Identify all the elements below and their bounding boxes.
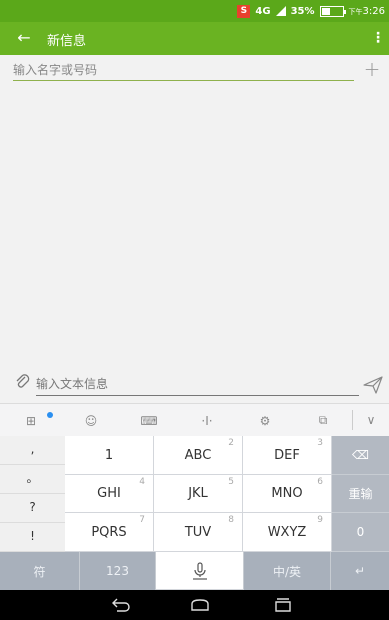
key-number: 7 [139, 515, 145, 525]
clock: 下午3:26 [349, 6, 385, 17]
key-wxyz[interactable]: WXYZ 9 [243, 513, 332, 552]
settings-glyph: ⚙ [259, 413, 271, 428]
language-key[interactable]: 中/英 [244, 552, 331, 590]
send-icon[interactable] [362, 374, 384, 396]
key-def[interactable]: DEF 3 [243, 436, 332, 475]
more-menu-icon[interactable]: ⋮ [371, 26, 385, 50]
key-number: 5 [228, 477, 234, 487]
backspace-key[interactable]: ⌫ [332, 436, 389, 475]
cursor-glyph: ·I· [201, 413, 213, 428]
battery-icon [319, 5, 346, 17]
nav-bar [0, 590, 389, 620]
recipient-row: + [0, 55, 389, 85]
composer [0, 365, 389, 403]
clipboard-glyph: ⧉ [318, 413, 328, 427]
key-ghi[interactable]: GHI 4 [65, 475, 154, 513]
numeric-key[interactable]: 123 [80, 552, 156, 590]
key-jkl[interactable]: JKL 5 [154, 475, 243, 513]
nav-home-icon[interactable] [180, 595, 220, 615]
page-title: 新信息 [47, 34, 87, 49]
status-icons: S 4G 35% 下午3:26 [237, 3, 385, 19]
symbol-question[interactable]: ? [0, 494, 65, 523]
keyboard-icon[interactable]: ⌨ [120, 404, 178, 437]
key-pqrs[interactable]: PQRS 7 [65, 513, 154, 552]
status-bar: S 4G 35% 下午3:26 [0, 0, 389, 22]
clock-prefix: 下午 [348, 7, 363, 16]
message-input[interactable] [36, 372, 359, 396]
add-contact-button[interactable]: + [361, 57, 383, 81]
collapse-glyph: ∨ [366, 413, 376, 427]
grid-icon[interactable]: ⊞ [0, 404, 62, 437]
grid-glyph: ⊞ [25, 413, 37, 428]
recipient-input[interactable] [13, 59, 354, 81]
mic-icon [156, 552, 243, 589]
nav-back-icon[interactable] [101, 595, 141, 615]
keyboard: , 。 ? ! 1 ABC 2 DEF 3 GHI 4 JKL 5 MNO 6 … [0, 436, 389, 590]
symbol-period[interactable]: 。 [0, 465, 65, 494]
key-abc[interactable]: ABC 2 [154, 436, 243, 475]
clipboard-icon[interactable]: ⧉ [294, 404, 352, 437]
nav-recents-icon[interactable] [263, 595, 303, 615]
reset-key[interactable]: 重输 [332, 475, 389, 513]
symbol-comma[interactable]: , [0, 436, 65, 465]
network-indicator: 4G [255, 5, 271, 17]
space-mic-key[interactable] [156, 552, 244, 590]
attach-icon[interactable] [13, 373, 33, 395]
message-thread [0, 85, 389, 365]
key-number: 2 [228, 438, 234, 448]
emoji-icon[interactable]: ☺ [62, 404, 120, 437]
collapse-keyboard-icon[interactable]: ∨ [352, 410, 389, 430]
cursor-icon[interactable]: ·I· [178, 404, 236, 437]
key-mno[interactable]: MNO 6 [243, 475, 332, 513]
symbol-column[interactable]: , 。 ? ! [0, 436, 65, 552]
enter-key[interactable]: ↵ [331, 552, 389, 590]
settings-icon[interactable]: ⚙ [236, 404, 294, 437]
key-number: 6 [317, 477, 323, 487]
key-number: 3 [317, 438, 323, 448]
symbol-key[interactable]: 符 [0, 552, 80, 590]
symbol-exclaim[interactable]: ! [0, 523, 65, 552]
key-number: 8 [228, 515, 234, 525]
app-bar: ← 新信息 ⋮ [0, 22, 389, 55]
key-label: 1 [104, 447, 114, 463]
key-number: 4 [139, 477, 145, 487]
battery-percent: 35% [290, 5, 315, 17]
emoji-glyph: ☺ [84, 413, 98, 428]
notification-dot [47, 412, 53, 418]
keyboard-toolbar: ⊞ ☺ ⌨ ·I· ⚙ ⧉ ∨ [0, 403, 389, 436]
signal-icon [275, 6, 286, 16]
keyboard-glyph: ⌨ [140, 413, 158, 428]
key-1[interactable]: 1 [65, 436, 154, 475]
carrier-badge: S [237, 4, 251, 18]
clock-time: 3:26 [362, 5, 385, 17]
key-number: 9 [317, 515, 323, 525]
zero-key[interactable]: 0 [332, 513, 389, 552]
back-arrow-icon[interactable]: ← [12, 26, 36, 50]
key-tuv[interactable]: TUV 8 [154, 513, 243, 552]
